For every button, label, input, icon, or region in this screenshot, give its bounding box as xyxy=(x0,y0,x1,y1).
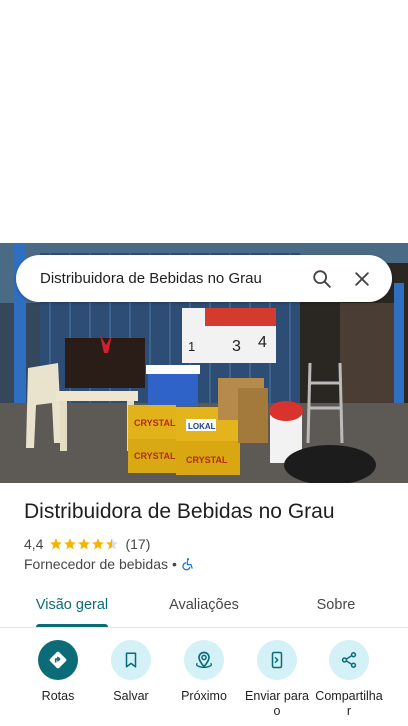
rating-value: 4,4 xyxy=(24,536,44,552)
search-button[interactable] xyxy=(302,259,342,299)
save-button[interactable]: Salvar xyxy=(94,640,168,704)
map-blank-area xyxy=(0,0,408,243)
crate-label-1: CRYSTAL xyxy=(134,418,176,428)
close-icon xyxy=(355,271,369,286)
sign-price-3: 4 xyxy=(258,334,267,351)
search-icon xyxy=(313,269,331,288)
clear-search-button[interactable] xyxy=(342,259,382,299)
directions-button[interactable]: Rotas xyxy=(21,640,95,704)
tab-reviews[interactable]: Avaliações xyxy=(152,583,256,627)
share-label: Compartilhar xyxy=(315,689,383,718)
send-to-phone-icon xyxy=(271,651,283,669)
tab-overview[interactable]: Visão geral xyxy=(20,583,124,627)
star-icon xyxy=(92,538,105,550)
sign-price-2: 3 xyxy=(232,338,241,355)
bookmark-icon xyxy=(125,652,137,668)
place-title: Distribuidora de Bebidas no Grau xyxy=(24,500,335,523)
directions-icon xyxy=(49,651,67,669)
crate-label-4: CRYSTAL xyxy=(186,455,228,465)
send-to-phone-label: Enviar para o xyxy=(245,689,309,718)
crate-label-2: LOKAL xyxy=(188,422,216,431)
star-icon xyxy=(78,538,91,550)
separator-dot: • xyxy=(172,556,177,572)
sign-price-1: 1 xyxy=(188,339,195,354)
active-tab-indicator xyxy=(36,624,108,627)
half-star-icon xyxy=(106,538,119,550)
star-rating xyxy=(49,537,119,551)
tab-bar: Visão geral Avaliações Sobre xyxy=(0,583,408,628)
action-buttons: Rotas Salvar Próximo Enviar para o Compa… xyxy=(0,640,408,726)
share-button[interactable]: Compartilhar xyxy=(312,640,386,719)
crate-label-3: CRYSTAL xyxy=(134,451,176,461)
review-count[interactable]: (17) xyxy=(125,536,150,552)
nearby-label: Próximo xyxy=(181,689,227,703)
share-icon xyxy=(341,652,357,668)
place-category: Fornecedor de bebidas xyxy=(24,556,168,572)
rating-row[interactable]: 4,4 (17) xyxy=(24,536,150,552)
nearby-icon xyxy=(195,651,213,669)
directions-label: Rotas xyxy=(41,689,75,703)
save-label: Salvar xyxy=(113,689,149,703)
nearby-button[interactable]: Próximo xyxy=(167,640,241,704)
search-input[interactable]: Distribuidora de Bebidas no Grau xyxy=(40,270,302,287)
star-icon xyxy=(64,538,77,550)
category-row: Fornecedor de bebidas • xyxy=(24,556,195,572)
search-bar[interactable]: Distribuidora de Bebidas no Grau xyxy=(16,255,392,302)
wheelchair-accessible-icon xyxy=(182,558,193,571)
star-icon xyxy=(50,538,63,550)
tab-about[interactable]: Sobre xyxy=(284,583,388,627)
send-to-phone-button[interactable]: Enviar para o xyxy=(240,640,314,719)
